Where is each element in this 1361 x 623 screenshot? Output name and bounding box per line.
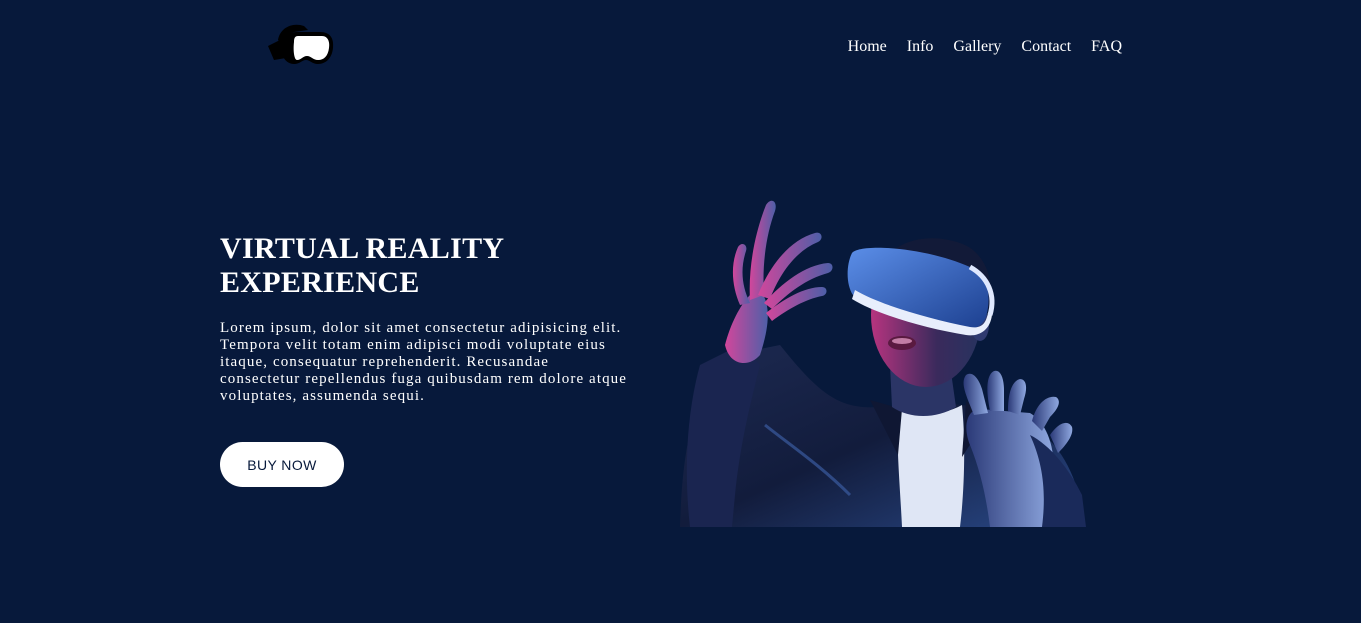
nav-link-contact[interactable]: Contact [1021, 38, 1071, 55]
main-nav: Home Info Gallery Contact FAQ [848, 37, 1122, 57]
hero-title-line2: EXPERIENCE [220, 266, 420, 299]
nav-item-home: Home [848, 37, 887, 57]
nav-link-faq[interactable]: FAQ [1091, 38, 1122, 55]
nav-item-gallery: Gallery [953, 37, 1001, 57]
nav-item-contact: Contact [1021, 37, 1071, 57]
hero-description: Lorem ipsum, dolor sit amet consectetur … [220, 320, 628, 404]
vr-headset-icon [268, 24, 334, 64]
nav-link-gallery[interactable]: Gallery [953, 38, 1001, 55]
nav-item-info: Info [907, 37, 934, 57]
logo[interactable] [264, 20, 336, 68]
vr-person-image [670, 195, 1090, 527]
nav-link-home[interactable]: Home [848, 38, 887, 55]
nav-item-faq: FAQ [1091, 37, 1122, 57]
hero-title-line1: VIRTUAL REALITY [220, 232, 505, 265]
nav-link-info[interactable]: Info [907, 38, 934, 55]
buy-now-button[interactable]: BUY NOW [220, 442, 344, 487]
hero-title: VIRTUAL REALITY EXPERIENCE [220, 232, 640, 300]
